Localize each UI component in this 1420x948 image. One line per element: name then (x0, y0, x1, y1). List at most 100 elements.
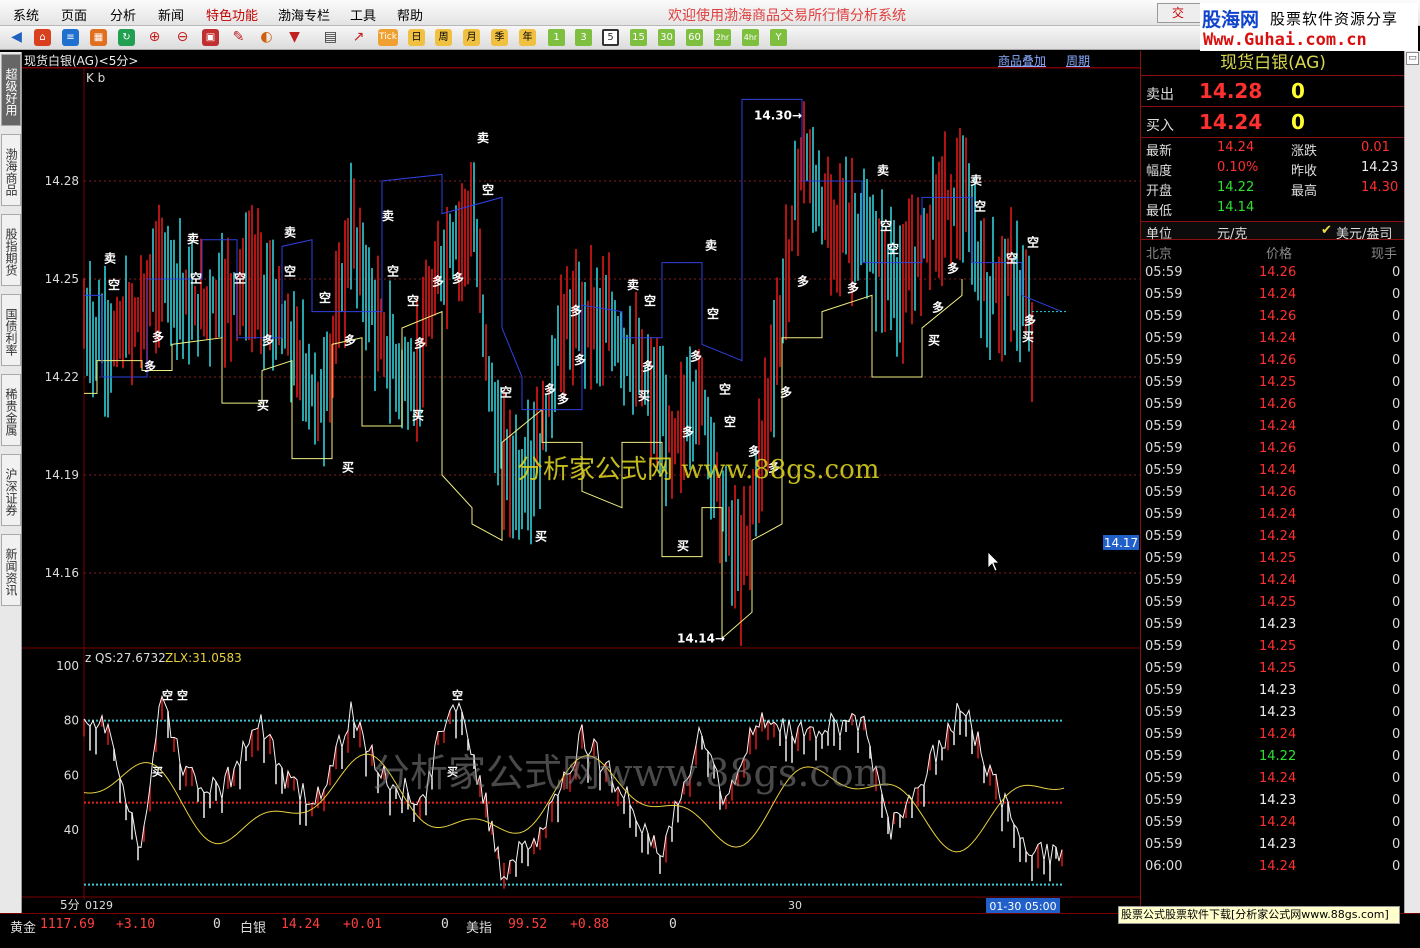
pen-icon[interactable]: ✎ (230, 29, 247, 46)
period-1min-button[interactable]: 1 (548, 29, 565, 46)
tick-row: 05:59 14.26 0 (1141, 438, 1405, 460)
period-30min-button[interactable]: 30 (658, 29, 675, 46)
sub-signal-short-label: 空 (177, 688, 188, 702)
menu-features[interactable]: 特色功能 (206, 5, 258, 24)
signal-sell-label: 卖 (477, 130, 489, 145)
stat-row: 最低 14.14 (1141, 199, 1405, 219)
period-2hr-button[interactable]: 2hr (714, 29, 731, 46)
tick-header-volume: 现手 (1371, 247, 1398, 262)
line-chart-icon[interactable]: ↗ (350, 29, 367, 46)
menu-help[interactable]: 帮助 (397, 5, 423, 24)
signal-short-label: 空 (482, 182, 494, 197)
tick-volume: 0 (1392, 837, 1401, 852)
tick-chart-button[interactable]: Tick (378, 29, 398, 46)
tick-row: 05:59 14.25 0 (1141, 658, 1405, 680)
scroll-box-icon[interactable]: ▭ (1406, 52, 1419, 65)
tick-time: 05:59 (1145, 727, 1183, 742)
menu-page[interactable]: 页面 (61, 5, 87, 24)
tab-index-futures[interactable]: 股指期货 (1, 214, 21, 286)
tab-shanghai-shenzhen[interactable]: 沪深证券 (1, 454, 21, 526)
period-day-button[interactable]: 日 (408, 29, 425, 46)
stat-label: 昨收 (1291, 164, 1318, 179)
palette-icon[interactable]: ◐ (258, 29, 275, 46)
unit-value: 元/克 (1217, 227, 1248, 242)
table-icon[interactable]: ▤ (322, 29, 339, 46)
tick-row: 05:59 14.24 0 (1141, 284, 1405, 306)
filter-icon[interactable]: ▼ (286, 29, 303, 46)
period-week-button[interactable]: 周 (435, 29, 452, 46)
watermark-sub: 分析家公式网www.88gs.com (372, 751, 890, 795)
period-month-button[interactable]: 月 (463, 29, 480, 46)
signal-long-label: 多 (414, 336, 426, 351)
tab-bohai-commodities[interactable]: 渤海商品 (1, 134, 21, 206)
logo-slogan: 股票软件资源分享 (1270, 10, 1399, 28)
quick-trade-button[interactable]: 交 (1157, 3, 1201, 23)
period-year-y-button[interactable]: Y (770, 29, 787, 46)
stat-label: 幅度 (1146, 164, 1173, 179)
signal-short-label: 空 (1006, 251, 1018, 266)
vertical-scrollbar[interactable]: ▭ (1404, 51, 1420, 913)
tick-row: 05:59 14.24 0 (1141, 812, 1405, 834)
chart-header: 现货白银(AG)<5分> 商品叠加 周期 (22, 51, 1140, 68)
check-icon[interactable]: ✔ (1321, 223, 1332, 238)
tick-time: 05:59 (1145, 837, 1183, 852)
home-icon[interactable]: ⌂ (34, 29, 51, 46)
tick-price: 14.26 (1259, 265, 1297, 280)
menu-analysis[interactable]: 分析 (110, 5, 136, 24)
zoom-out-icon[interactable]: ⊖ (174, 29, 191, 46)
silver-label[interactable]: 白银 (240, 917, 266, 936)
tick-price: 14.26 (1259, 397, 1297, 412)
period-link[interactable]: 周期 (1066, 52, 1090, 69)
period-60min-button[interactable]: 60 (686, 29, 703, 46)
footer-banner[interactable]: 股票公式股票软件下载[分析家公式网www.88gs.com] (1118, 906, 1400, 924)
tab-precious-metals[interactable]: 稀贵金属 (1, 374, 21, 446)
menu-bohai-column[interactable]: 渤海专栏 (278, 5, 330, 24)
period-4hr-button[interactable]: 4hr (742, 29, 759, 46)
refresh-icon[interactable]: ↻ (118, 29, 135, 46)
stat-row: 幅度 0.10% 昨收 14.23 (1141, 159, 1405, 179)
signal-sell-label: 卖 (705, 238, 717, 253)
tab-super-useful[interactable]: 超级好用 (1, 54, 21, 126)
tick-volume: 0 (1392, 309, 1401, 324)
price-chart[interactable]: 14.2814.2514.2214.1914.16卖空多卖空多卖空多买空空多卖空… (22, 68, 1140, 913)
zoom-in-icon[interactable]: ⊕ (146, 29, 163, 46)
tick-time: 05:59 (1145, 507, 1183, 522)
menu-tools[interactable]: 工具 (350, 5, 376, 24)
signal-sell-label: 卖 (627, 277, 639, 292)
signal-short-label: 空 (407, 293, 419, 308)
alt-unit-toggle[interactable]: 美元/盎司 (1336, 223, 1392, 242)
sub-y-tick-label: 60 (64, 768, 79, 782)
tick-time: 05:59 (1145, 705, 1183, 720)
signal-short-label: 空 (707, 306, 719, 321)
tick-price: 14.23 (1259, 617, 1297, 632)
period-15min-button[interactable]: 15 (630, 29, 647, 46)
stat-value: 14.24 (1217, 140, 1255, 155)
tick-time: 05:59 (1145, 749, 1183, 764)
tick-price: 14.23 (1259, 837, 1297, 852)
usd-index-label[interactable]: 美指 (466, 917, 492, 936)
tick-volume: 0 (1392, 551, 1401, 566)
gold-label[interactable]: 黄金 (10, 917, 36, 936)
menu-news[interactable]: 新闻 (158, 5, 184, 24)
calendar-icon[interactable]: ▦ (90, 29, 107, 46)
period-3min-button[interactable]: 3 (575, 29, 592, 46)
tick-header: 北京 价格 现手 (1141, 242, 1405, 262)
period-quarter-button[interactable]: 季 (491, 29, 508, 46)
period-5min-button[interactable]: 5 (602, 29, 619, 46)
tick-volume: 0 (1392, 617, 1401, 632)
tick-row: 05:59 14.25 0 (1141, 592, 1405, 614)
tab-news[interactable]: 新闻资讯 (1, 534, 21, 606)
back-icon[interactable]: ◀ (8, 29, 25, 46)
overlay-link[interactable]: 商品叠加 (998, 52, 1046, 69)
signal-sell-label: 卖 (970, 172, 982, 187)
zlx-value-label: ZLX:31.0583 (165, 651, 242, 665)
menu-system[interactable]: 系统 (13, 5, 39, 24)
stat-label: 最新 (1146, 144, 1173, 159)
tab-bond-rates[interactable]: 国债利率 (1, 294, 21, 366)
stat-value: 0.01 (1361, 140, 1390, 155)
tick-volume: 0 (1392, 683, 1401, 698)
period-year-button[interactable]: 年 (519, 29, 536, 46)
list-icon[interactable]: ≡ (62, 29, 79, 46)
tick-price: 14.25 (1259, 661, 1297, 676)
window-icon[interactable]: ▣ (202, 29, 219, 46)
